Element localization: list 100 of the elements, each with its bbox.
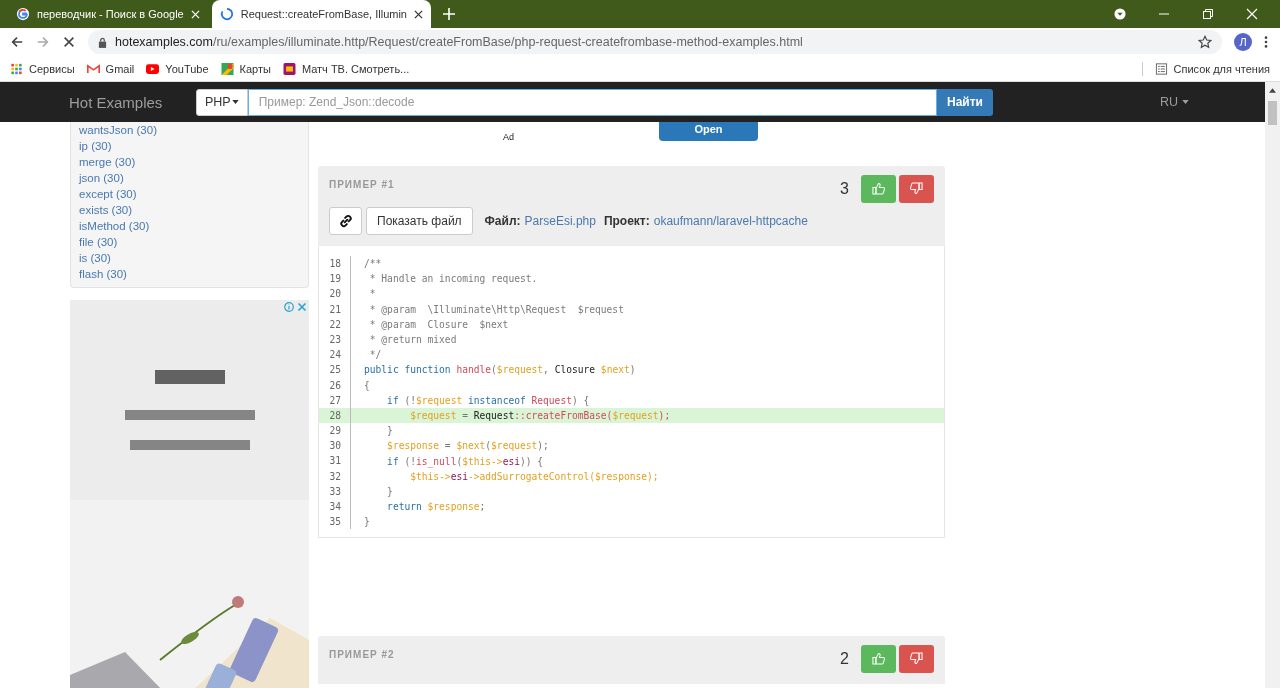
line-number: 22: [319, 316, 351, 332]
stop-icon[interactable]: [62, 35, 76, 49]
line-number: 27: [319, 392, 351, 408]
code-line: * @return mixed: [368, 334, 457, 346]
link-icon: [338, 214, 353, 228]
thumbs-up-icon: [872, 652, 885, 666]
map-icon: [220, 62, 234, 75]
code-line: $response = $next($request);: [386, 440, 549, 452]
method-link[interactable]: is (30): [79, 250, 300, 266]
line-number: 32: [319, 468, 351, 484]
show-file-button[interactable]: Показать файл: [366, 207, 473, 235]
downvote-button[interactable]: [899, 174, 934, 203]
open-button[interactable]: Open: [659, 122, 758, 141]
code-line: if (!is_null($this->esi)) {: [386, 455, 544, 467]
method-link[interactable]: exists (30): [79, 202, 300, 218]
line-number: 25: [319, 362, 351, 378]
code-line: $this->esi->addSurrogateControl($response);: [409, 470, 659, 482]
downvote-button[interactable]: [899, 644, 934, 673]
mail-icon: [86, 62, 100, 75]
bookmark-star-icon[interactable]: [1198, 35, 1212, 49]
scrollbar-thumb[interactable]: [1268, 101, 1277, 125]
method-link[interactable]: flash (30): [79, 266, 300, 282]
search-button[interactable]: Найти: [937, 88, 993, 116]
code-line: * @param \Illuminate\Http\Request $request: [368, 303, 624, 315]
code-line: if (!$request instanceof Request) {: [386, 394, 590, 406]
example-title: ПРИМЕР #2: [329, 649, 395, 661]
code-line: $request = Request::createFromBase($request);: [409, 409, 671, 421]
close-tab-icon[interactable]: [414, 9, 423, 19]
scrollbar[interactable]: [1265, 82, 1280, 688]
reading-list-button[interactable]: Список для чтения: [1154, 62, 1270, 75]
line-number: 21: [319, 301, 351, 317]
address-bar[interactable]: hotexamples.com/ru/examples/illuminate.http/Request/createFromBase/php-request-createfrombase-method-examples.html: [88, 30, 1222, 54]
file-link[interactable]: ParseEsi.php: [524, 214, 596, 228]
code-line: /**: [363, 258, 382, 270]
method-link[interactable]: wantsJson (30): [79, 122, 300, 138]
line-number: 20: [319, 286, 351, 302]
bookmark[interactable]: Матч ТВ. Смотреть...: [282, 62, 410, 75]
back-icon[interactable]: [10, 35, 24, 49]
new-tab-icon[interactable]: [443, 8, 455, 20]
method-link[interactable]: isMethod (30): [79, 218, 300, 234]
caret-icon: [1182, 100, 1189, 104]
project-link[interactable]: okaufmann/laravel-httpcache: [653, 214, 808, 228]
line-number: 33: [319, 483, 351, 499]
bookmark[interactable]: Gmail: [86, 62, 135, 75]
line-number: 23: [319, 331, 351, 348]
caret-icon: [231, 100, 239, 104]
line-number: 31: [319, 453, 351, 469]
code-line: public function handle($request, Closure $next): [363, 364, 636, 376]
tab-search-icon[interactable]: [1114, 8, 1126, 20]
line-number: 34: [319, 499, 351, 515]
tv-logo-icon: [282, 62, 296, 75]
bookmark[interactable]: YouTube: [146, 62, 209, 75]
bookmark[interactable]: Сервисы: [10, 62, 75, 75]
permalink-button[interactable]: [329, 207, 362, 235]
line-number: 19: [319, 271, 351, 287]
bookmark[interactable]: Карты: [220, 62, 271, 75]
scroll-up-icon[interactable]: [1269, 88, 1276, 93]
play-icon: [146, 62, 160, 75]
code-line: * Handle an incoming request.: [368, 273, 538, 285]
code-line: }: [363, 516, 370, 528]
vote-count: 3: [840, 179, 849, 198]
file-label: Файл:: [484, 214, 521, 228]
line-number: 26: [319, 377, 351, 393]
list-icon: [1154, 62, 1168, 75]
thumbs-down-icon: [910, 652, 923, 666]
locale-dropdown[interactable]: RU: [1153, 94, 1195, 110]
line-number: 28: [319, 407, 351, 424]
profile-avatar[interactable]: Л: [1234, 33, 1252, 51]
menu-icon[interactable]: [1264, 35, 1268, 49]
close-icon[interactable]: [1246, 8, 1258, 20]
code-line: * @param Closure $next: [368, 318, 509, 330]
browser-tab[interactable]: переводчик - Поиск в Google: [8, 0, 208, 28]
language-dropdown[interactable]: PHP: [196, 88, 248, 116]
project-label: Проект:: [603, 214, 650, 228]
line-number: 24: [319, 347, 351, 363]
line-number: 30: [319, 438, 351, 454]
code-line: */: [368, 349, 382, 361]
site-brand[interactable]: Hot Examples: [69, 93, 196, 111]
apps-grid-icon: [10, 62, 23, 75]
method-link[interactable]: merge (30): [79, 154, 300, 170]
google-icon: [16, 7, 30, 21]
code-line: {: [363, 379, 370, 391]
code-line: }: [386, 425, 393, 437]
vote-count: 2: [840, 649, 849, 668]
code-line: return $response;: [386, 501, 486, 513]
method-link[interactable]: ip (30): [79, 138, 300, 154]
url-text: hotexamples.com/ru/examples/illuminate.http/Request/createFromBase/php-request-createfrombase-method-examples.html: [115, 35, 803, 49]
method-link[interactable]: except (30): [79, 186, 300, 202]
method-link[interactable]: json (30): [79, 170, 300, 186]
thumbs-down-icon: [910, 182, 923, 195]
search-field[interactable]: Пример: Zend_Json::decode: [247, 88, 937, 116]
ad-label: Ad: [503, 132, 514, 142]
code-line: *: [368, 288, 376, 300]
restore-icon[interactable]: [1202, 8, 1214, 20]
method-link[interactable]: file (30): [79, 234, 300, 250]
loading-spinner-icon: [219, 7, 234, 21]
browser-tab[interactable]: Request::createFromBase, Illumin: [211, 0, 431, 28]
line-number: 35: [319, 514, 351, 530]
thumbs-up-icon: [872, 182, 885, 195]
example-title: ПРИМЕР #1: [329, 179, 395, 190]
